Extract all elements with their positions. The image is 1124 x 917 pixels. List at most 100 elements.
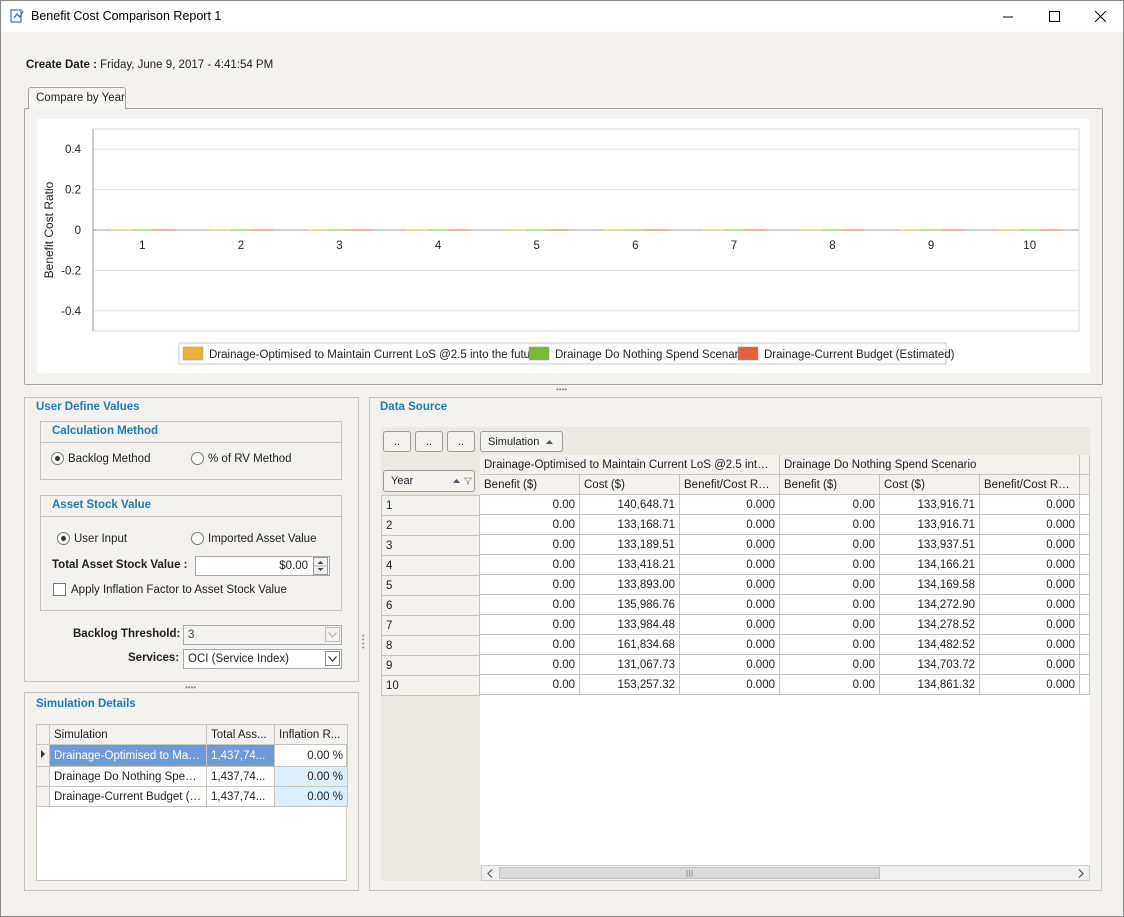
splitter-grip-icon[interactable]: ••••: [362, 633, 366, 652]
group-header-do-nothing[interactable]: Drainage Do Nothing Spend Scenario: [778, 455, 1081, 475]
data-cell[interactable]: 0.00: [480, 514, 580, 535]
year-row-header[interactable]: 5: [381, 575, 480, 596]
data-cell[interactable]: 133,984.48: [579, 614, 680, 635]
rv-method-radio[interactable]: % of RV Method: [191, 452, 292, 465]
column-header-ratio[interactable]: Benefit/Cost Ratio: [978, 474, 1081, 495]
inflation-cell[interactable]: 0.00 %: [274, 744, 348, 767]
data-cell[interactable]: 0.00: [779, 594, 880, 615]
data-cell[interactable]: 134,272.90: [879, 594, 980, 615]
data-cell[interactable]: 0.000: [978, 534, 1081, 555]
data-cell[interactable]: 0.00: [480, 594, 580, 615]
year-row-header[interactable]: 4: [381, 555, 480, 576]
year-cell[interactable]: 6: [381, 595, 480, 616]
data-cell[interactable]: 0.00: [480, 554, 580, 575]
user-input-radio[interactable]: User Input: [57, 532, 127, 545]
data-cell[interactable]: 0.00: [480, 574, 580, 595]
services-dropdown-button[interactable]: [325, 651, 340, 666]
year-cell[interactable]: 7: [381, 615, 480, 636]
close-button[interactable]: [1077, 1, 1123, 32]
total-asset-cell[interactable]: 1,437,74...: [206, 744, 275, 767]
data-cell[interactable]: 0.00: [480, 534, 580, 555]
year-row-header[interactable]: 8: [381, 635, 480, 656]
column-header-cost[interactable]: Cost ($): [579, 474, 680, 495]
inflation-cell[interactable]: 0.00 %: [274, 786, 348, 807]
column-header-simulation[interactable]: Simulation: [49, 724, 207, 745]
apply-inflation-checkbox[interactable]: Apply Inflation Factor to Asset Stock Va…: [53, 583, 287, 596]
data-cell[interactable]: 134,703.72: [879, 654, 980, 675]
data-cell[interactable]: 134,861.32: [879, 674, 980, 695]
data-cell[interactable]: 0.00: [779, 494, 880, 515]
column-header-benefit[interactable]: Benefit ($): [480, 474, 580, 495]
table-row[interactable]: Drainage-Optimised to Maint... 1,437,74.…: [36, 744, 348, 767]
pivot-filter-button[interactable]: ..: [415, 431, 443, 452]
data-cell[interactable]: 0.000: [679, 574, 780, 595]
data-cell[interactable]: 133,916.71: [879, 514, 980, 535]
data-cell[interactable]: 133,168.71: [579, 514, 680, 535]
table-row[interactable]: 0.00 133,984.48 0.000 0.00 134,278.52 0.000: [480, 614, 1090, 635]
minimize-button[interactable]: [985, 1, 1031, 32]
year-cell[interactable]: 5: [381, 575, 480, 596]
splitter-grip-icon[interactable]: ••••: [185, 684, 196, 692]
data-cell[interactable]: 0.00: [779, 674, 880, 695]
data-cell[interactable]: 133,418.21: [579, 554, 680, 575]
data-cell[interactable]: 0.000: [978, 514, 1081, 535]
total-asset-cell[interactable]: 1,437,74...: [206, 766, 275, 787]
data-cell[interactable]: 134,482.52: [879, 634, 980, 655]
table-row[interactable]: 0.00 135,986.76 0.000 0.00 134,272.90 0.000: [480, 594, 1090, 615]
table-row[interactable]: 0.00 153,257.32 0.000 0.00 134,861.32 0.000: [480, 674, 1090, 695]
year-row-header[interactable]: 9: [381, 655, 480, 676]
pivot-filter-button[interactable]: ..: [383, 431, 411, 452]
data-cell[interactable]: 0.000: [679, 634, 780, 655]
splitter-grip-icon[interactable]: ••••: [556, 386, 567, 394]
data-cell[interactable]: 0.000: [679, 514, 780, 535]
data-cell[interactable]: 0.00: [779, 514, 880, 535]
table-row[interactable]: 0.00 131,067.73 0.000 0.00 134,703.72 0.000: [480, 654, 1090, 675]
year-cell[interactable]: 3: [381, 535, 480, 556]
data-cell[interactable]: 0.000: [978, 614, 1081, 635]
data-cell[interactable]: 0.00: [480, 654, 580, 675]
data-cell[interactable]: 0.000: [978, 634, 1081, 655]
simulation-name-cell[interactable]: Drainage-Optimised to Maint...: [49, 744, 207, 767]
scroll-left-button[interactable]: [482, 866, 498, 880]
pivot-horizontal-scrollbar[interactable]: [481, 865, 1090, 881]
total-asset-stock-spinner[interactable]: [313, 557, 328, 575]
group-header-optimised[interactable]: Drainage-Optimised to Maintain Current L…: [480, 455, 780, 475]
data-cell[interactable]: 133,893.00: [579, 574, 680, 595]
data-cell[interactable]: 0.000: [679, 594, 780, 615]
data-cell[interactable]: 0.00: [779, 574, 880, 595]
table-row[interactable]: 0.00 133,418.21 0.000 0.00 134,166.21 0.000: [480, 554, 1090, 575]
data-cell[interactable]: 0.000: [978, 554, 1081, 575]
total-asset-stock-input[interactable]: $0.00: [195, 556, 330, 576]
year-cell[interactable]: 9: [381, 655, 480, 676]
backlog-threshold-select[interactable]: 3: [183, 625, 342, 645]
year-row-header[interactable]: 6: [381, 595, 480, 616]
data-cell[interactable]: 0.000: [978, 674, 1081, 695]
data-cell[interactable]: 0.000: [978, 654, 1081, 675]
data-cell[interactable]: 0.00: [779, 614, 880, 635]
data-cell[interactable]: 153,257.32: [579, 674, 680, 695]
data-cell[interactable]: 140,648.71: [579, 494, 680, 515]
column-header-ratio[interactable]: Benefit/Cost Ratio: [679, 474, 780, 495]
pivot-filter-button[interactable]: ..: [447, 431, 475, 452]
data-cell[interactable]: 133,189.51: [579, 534, 680, 555]
year-cell[interactable]: 4: [381, 555, 480, 576]
year-cell[interactable]: 8: [381, 635, 480, 656]
data-cell[interactable]: 133,916.71: [879, 494, 980, 515]
data-cell[interactable]: 0.000: [679, 534, 780, 555]
table-row[interactable]: 0.00 140,648.71 0.000 0.00 133,916.71 0.000: [480, 494, 1090, 515]
table-row[interactable]: 0.00 133,189.51 0.000 0.00 133,937.51 0.000: [480, 534, 1090, 555]
column-header-inflation[interactable]: Inflation R...: [274, 724, 348, 745]
data-cell[interactable]: 0.00: [480, 634, 580, 655]
scroll-thumb[interactable]: [499, 867, 880, 879]
data-cell[interactable]: 0.00: [779, 634, 880, 655]
table-row[interactable]: Drainage-Current Budget (E... 1,437,74..…: [36, 786, 348, 807]
simulation-field-button[interactable]: Simulation: [480, 431, 563, 452]
data-cell[interactable]: 0.000: [679, 674, 780, 695]
imported-asset-value-radio[interactable]: Imported Asset Value: [191, 532, 316, 545]
table-row[interactable]: Drainage Do Nothing Spend ... 1,437,74..…: [36, 766, 348, 787]
data-cell[interactable]: 0.00: [480, 674, 580, 695]
data-cell[interactable]: 134,278.52: [879, 614, 980, 635]
services-select[interactable]: OCI (Service Index): [183, 649, 342, 669]
simulation-name-cell[interactable]: Drainage Do Nothing Spend ...: [49, 766, 207, 787]
inflation-cell[interactable]: 0.00 %: [274, 766, 348, 787]
